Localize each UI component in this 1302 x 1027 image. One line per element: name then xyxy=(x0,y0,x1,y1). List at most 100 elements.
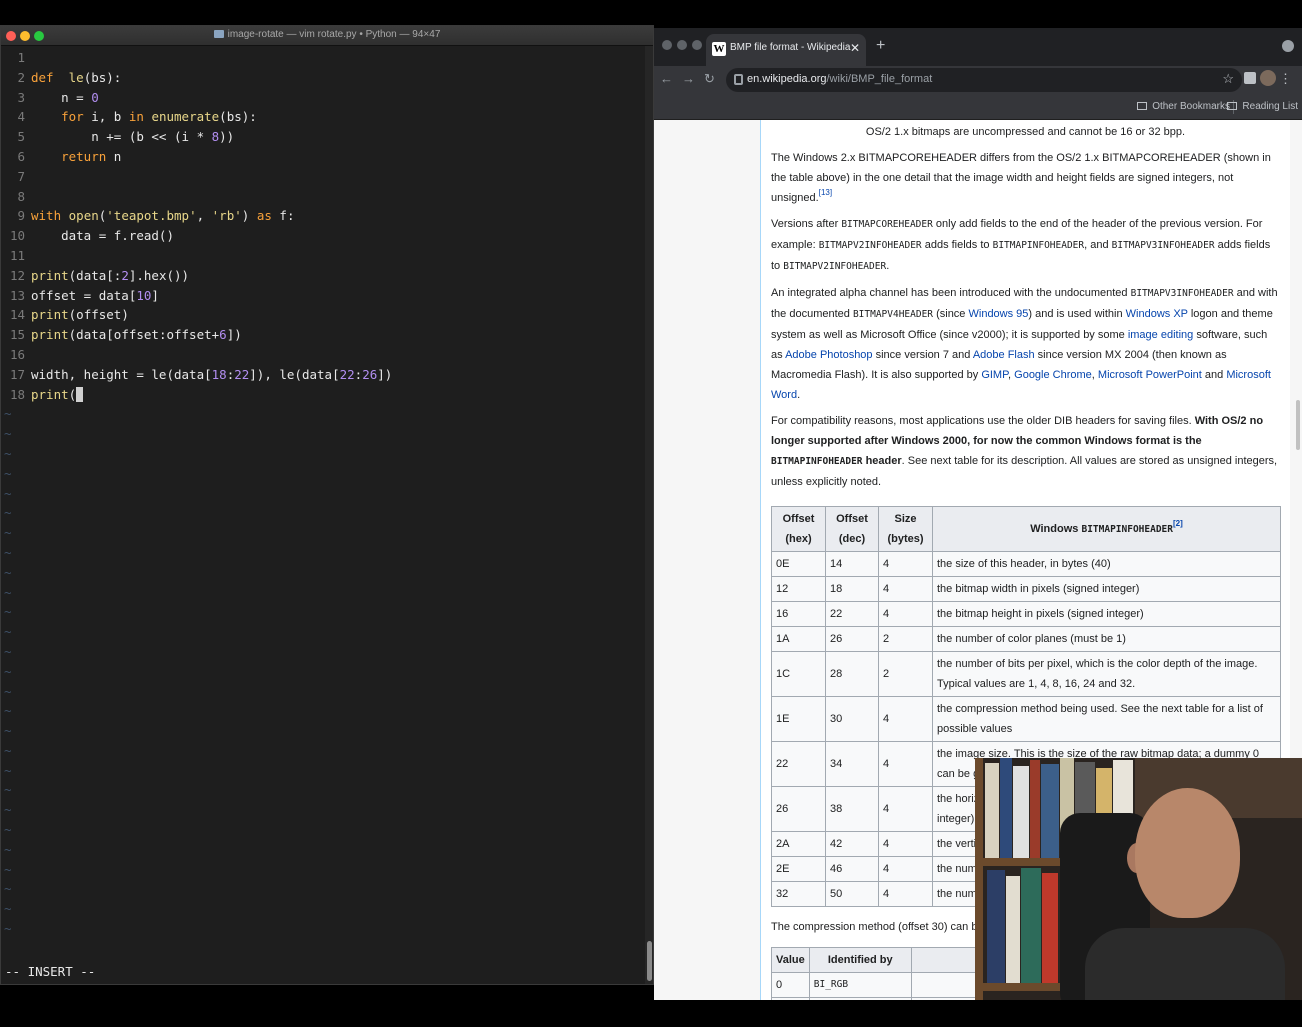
reading-list-button[interactable]: Reading List xyxy=(1227,101,1298,112)
code-token: (data[: xyxy=(68,267,122,283)
code-line[interactable]: 10 data = f.read() xyxy=(1,226,647,246)
code-line[interactable]: 3 n = 0 xyxy=(1,88,647,108)
terminal-scrollbar[interactable] xyxy=(645,46,653,984)
menu-kebab-icon[interactable]: ⋮ xyxy=(1279,71,1292,87)
code-line[interactable]: 14 print(offset) xyxy=(1,305,647,325)
person-body xyxy=(1085,928,1285,1000)
code-line[interactable]: 4 for i, b in enumerate(bs): xyxy=(1,107,647,127)
minimize-window-button[interactable] xyxy=(677,40,687,50)
code-token: le xyxy=(68,69,84,85)
empty-buffer-line: ~ xyxy=(1,800,647,820)
line-number: 1 xyxy=(17,50,25,65)
table-cell: 2E xyxy=(771,856,826,882)
code-line[interactable]: 18 print( xyxy=(1,385,647,405)
empty-buffer-line: ~ xyxy=(1,899,647,919)
table-cell: 4 xyxy=(878,601,933,627)
tilde-marker: ~ xyxy=(4,426,12,442)
code-line[interactable]: 17 width, height = le(data[18:22]), le(da… xyxy=(1,365,647,385)
url-host: en.wikipedia.org xyxy=(747,73,827,85)
line-number: 7 xyxy=(17,168,25,184)
tilde-marker: ~ xyxy=(4,505,12,521)
maximize-window-button[interactable] xyxy=(692,40,702,50)
header-offset-dec: Offset (dec) xyxy=(825,506,879,552)
empty-buffer-line: ~ xyxy=(1,642,647,662)
link-windows-xp[interactable]: Windows XP xyxy=(1126,308,1188,320)
address-bar[interactable]: en.wikipedia.org/wiki/BMP_file_format ☆ xyxy=(726,68,1242,92)
link-gimp[interactable]: GIMP xyxy=(981,369,1008,381)
tab-bmp-file-format[interactable]: W BMP file format - Wikipedia ✕ xyxy=(706,34,866,66)
empty-buffer-line: ~ xyxy=(1,583,647,603)
header-windows-bitmapinfoheader: Windows BITMAPINFOHEADER[2] xyxy=(932,506,1281,552)
tilde-marker: ~ xyxy=(4,822,12,838)
code-line[interactable]: 15 print(data[offset:offset+6]) xyxy=(1,325,647,345)
page-scrollbar[interactable] xyxy=(1296,400,1300,450)
code-line[interactable]: 1 xyxy=(1,48,647,68)
scrollbar-thumb[interactable] xyxy=(647,941,652,981)
tilde-marker: ~ xyxy=(4,604,12,620)
code-token: def xyxy=(31,69,54,85)
tilde-marker: ~ xyxy=(4,525,12,541)
lock-icon[interactable] xyxy=(734,74,743,85)
url-path: /wiki/BMP_file_format xyxy=(826,73,933,85)
code-line[interactable]: 16 xyxy=(1,345,647,365)
code-line[interactable]: 13 offset = data[10] xyxy=(1,286,647,306)
new-tab-button[interactable]: + xyxy=(876,37,885,55)
close-tab-icon[interactable]: ✕ xyxy=(850,41,860,55)
tilde-marker: ~ xyxy=(4,683,12,699)
reload-button[interactable]: ↻ xyxy=(704,71,715,87)
other-bookmarks-button[interactable]: Other Bookmarks xyxy=(1137,101,1230,112)
empty-buffer-line: ~ xyxy=(1,464,647,484)
link-microsoft-powerpoint[interactable]: Microsoft PowerPoint xyxy=(1098,369,1202,381)
back-button[interactable]: ← xyxy=(660,71,673,86)
tilde-marker: ~ xyxy=(4,485,12,501)
table-cell: 14 xyxy=(825,551,879,577)
line-number: 4 xyxy=(17,109,25,125)
code-line[interactable]: 2 def le(bs): xyxy=(1,68,647,88)
empty-buffer-line: ~ xyxy=(1,622,647,642)
code-line[interactable]: 11 xyxy=(1,246,647,266)
code-line[interactable]: 5 n += (b << (i * 8)) xyxy=(1,127,647,147)
code-line[interactable]: 12 print(data[:2].hex()) xyxy=(1,266,647,286)
code-token: i, b xyxy=(83,109,129,125)
line-number: 15 xyxy=(9,327,25,343)
code-token: 6 xyxy=(219,327,227,343)
code-line[interactable]: 7 xyxy=(1,167,647,187)
code-line[interactable]: 8 xyxy=(1,187,647,207)
link-adobe-photoshop[interactable]: Adobe Photoshop xyxy=(785,349,872,361)
table-cell: 42 xyxy=(825,831,879,857)
link-adobe-flash[interactable]: Adobe Flash xyxy=(973,349,1035,361)
header-value: Value xyxy=(771,947,810,973)
empty-buffer-line: ~ xyxy=(1,682,647,702)
terminal-window[interactable]: image-rotate — vim rotate.py • Python — … xyxy=(0,25,654,985)
empty-buffer-line: ~ xyxy=(1,523,647,543)
code-token: , xyxy=(196,208,212,224)
vim-editor-buffer[interactable]: 1 2 def le(bs): 3 n = 04 for i, b in enumer… xyxy=(1,48,647,939)
link-google-chrome[interactable]: Google Chrome xyxy=(1014,369,1092,381)
table-header-row: Offset (hex) Offset (dec) Size (bytes) W… xyxy=(771,506,1281,552)
citation-link[interactable]: [2] xyxy=(1173,519,1183,528)
tilde-marker: ~ xyxy=(4,901,12,917)
tilde-marker: ~ xyxy=(4,841,12,857)
code-line[interactable]: 9 with open('teapot.bmp', 'rb') as f: xyxy=(1,206,647,226)
citation-link[interactable]: [13] xyxy=(819,188,832,197)
book xyxy=(1013,766,1029,858)
avatar[interactable] xyxy=(1260,70,1276,86)
code-line[interactable]: 6 return n xyxy=(1,147,647,167)
link-image-editing[interactable]: image editing xyxy=(1128,329,1193,341)
table-cell: 4 xyxy=(878,741,933,787)
profile-icon[interactable] xyxy=(1282,40,1294,52)
bookmark-star-icon[interactable]: ☆ xyxy=(1222,71,1234,87)
table-row: 1E 30 4 the compression method being used. … xyxy=(771,696,1281,742)
book xyxy=(987,870,1005,983)
code-token: ]) xyxy=(377,366,393,382)
extensions-puzzle-icon[interactable] xyxy=(1244,72,1256,84)
link-windows-95[interactable]: Windows 95 xyxy=(969,308,1029,320)
table-row: 16 22 4 the bitmap height in pixels (signed… xyxy=(771,601,1281,627)
tilde-marker: ~ xyxy=(4,663,12,679)
line-number: 2 xyxy=(17,69,25,85)
close-window-button[interactable] xyxy=(662,40,672,50)
empty-buffer-line: ~ xyxy=(1,721,647,741)
code-token: (offset) xyxy=(68,307,129,323)
forward-button[interactable]: → xyxy=(682,71,695,86)
